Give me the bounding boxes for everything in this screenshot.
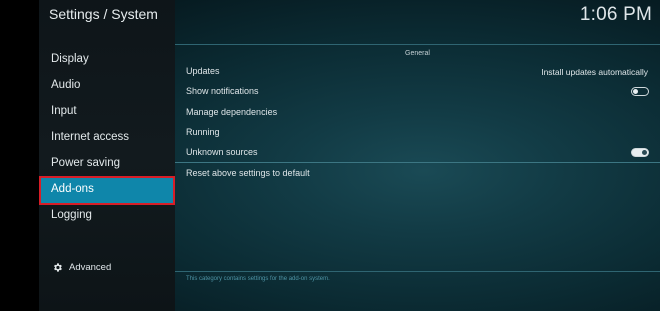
sidebar-item-audio[interactable]: Audio [51, 79, 80, 91]
unknown-sources-toggle[interactable] [631, 148, 649, 157]
sidebar-item-add-ons[interactable]: Add-ons [39, 176, 175, 205]
setting-show-notifications[interactable]: Show notifications [186, 86, 259, 96]
page-title: Settings / System [49, 6, 158, 22]
left-edge-band [0, 0, 39, 311]
sidebar-item-internet-access[interactable]: Internet access [51, 131, 129, 143]
sidebar-item-power-saving[interactable]: Power saving [51, 157, 120, 169]
toggle-knob [642, 150, 647, 155]
settings-screen: Settings / System 1:06 PM Display Audio … [0, 0, 660, 311]
sidebar-item-label: Add-ons [51, 183, 94, 195]
sidebar-item-input[interactable]: Input [51, 105, 77, 117]
setting-updates-value: Install updates automatically [541, 67, 648, 77]
sidebar-item-logging[interactable]: Logging [51, 209, 92, 221]
footer-divider [175, 271, 660, 272]
sidebar-item-display[interactable]: Display [51, 53, 89, 65]
clock: 1:06 PM [579, 4, 652, 25]
settings-divider [175, 162, 660, 163]
toggle-knob [633, 89, 638, 94]
advanced-label: Advanced [69, 261, 112, 273]
category-description: This category contains settings for the … [186, 276, 330, 282]
gear-icon [54, 262, 62, 272]
reset-settings-button[interactable]: Reset above settings to default [186, 168, 310, 178]
section-header: General [405, 50, 430, 57]
advanced-button[interactable]: Advanced [52, 260, 111, 274]
setting-unknown-sources[interactable]: Unknown sources [186, 147, 258, 157]
show-notifications-toggle[interactable] [631, 87, 649, 96]
setting-running[interactable]: Running [186, 127, 220, 137]
content-top-divider [175, 44, 660, 45]
setting-manage-dependencies[interactable]: Manage dependencies [186, 107, 277, 117]
setting-updates[interactable]: Updates [186, 66, 220, 76]
